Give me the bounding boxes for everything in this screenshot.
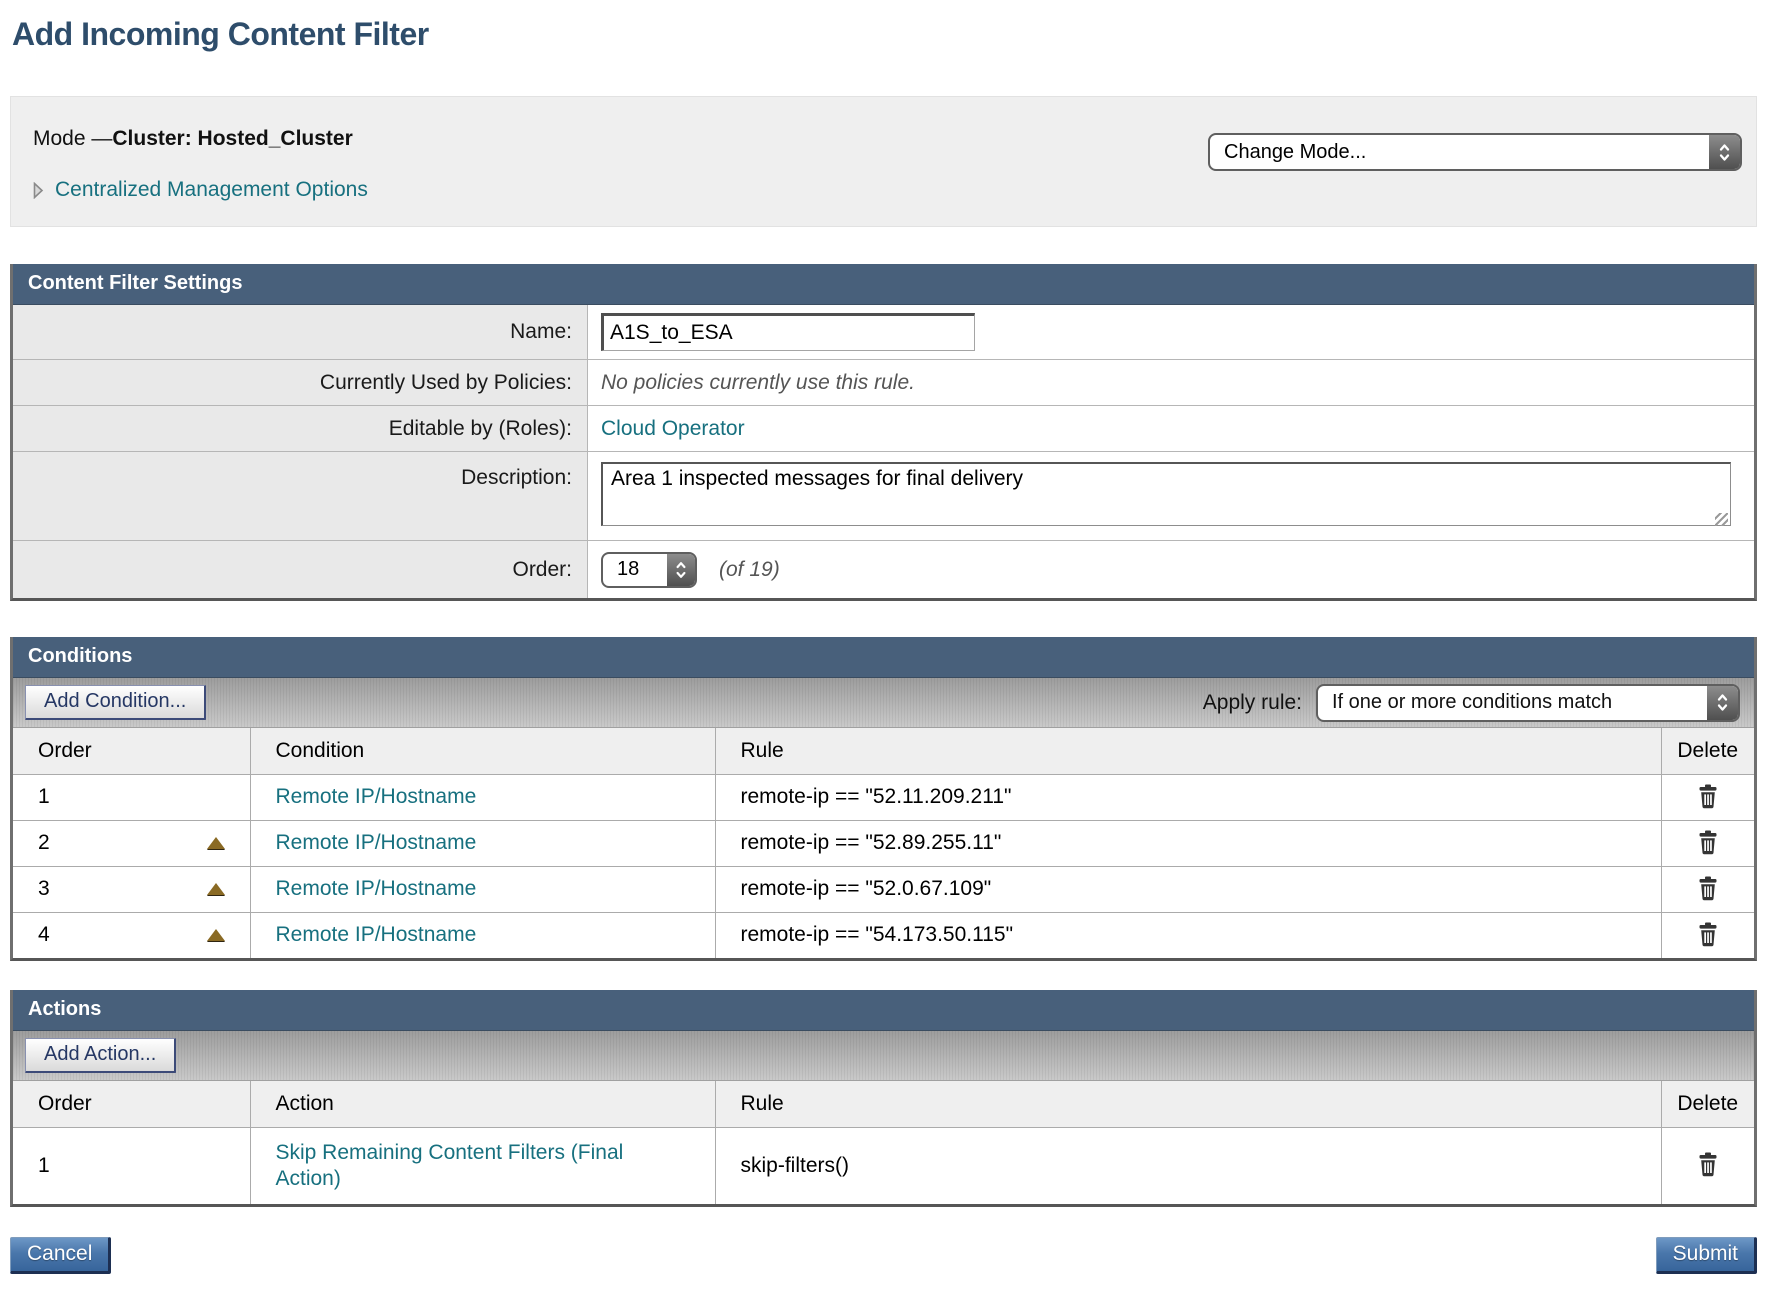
order-select[interactable]: 18 [601,552,697,588]
condition-order: 2 [38,831,50,855]
condition-rule: remote-ip == "52.11.209.211" [715,774,1661,820]
condition-row: 1 Remote IP/Hostname remote-ip == "52.11… [13,774,1754,820]
column-header-condition: Condition [250,728,715,774]
move-up-icon[interactable] [207,883,225,895]
delete-condition-button[interactable] [1693,872,1723,905]
add-action-button[interactable]: Add Action... [25,1038,176,1073]
trash-icon [1697,889,1719,904]
add-condition-button[interactable]: Add Condition... [25,685,206,720]
stepper-icon [1707,686,1738,720]
policies-label: Currently Used by Policies: [13,360,588,405]
conditions-toolbar: Add Condition... Apply rule: If one or m… [13,678,1754,728]
condition-row: 3 Remote IP/Hostname remote-ip == "52.0.… [13,866,1754,912]
actions-toolbar: Add Action... [13,1031,1754,1081]
stepper-icon [667,554,695,586]
page: Add Incoming Content Filter Mode —Cluste… [0,14,1770,1274]
description-input[interactable]: Area 1 inspected messages for final deli… [601,462,1731,526]
settings-row-name: Name: [13,305,1754,360]
order-select-value: 18 [617,558,639,581]
centralized-management-options-link[interactable]: Centralized Management Options [33,178,1732,202]
mode-label: Mode — [33,127,112,150]
delete-condition-button[interactable] [1693,826,1723,859]
settings-row-roles: Editable by (Roles): Cloud Operator [13,406,1754,452]
policies-value: No policies currently use this rule. [601,371,915,395]
conditions-section: Conditions Add Condition... Apply rule: … [10,637,1757,961]
settings-section-header: Content Filter Settings [13,264,1754,305]
description-label: Description: [13,452,588,540]
trash-icon [1697,1165,1719,1180]
cancel-button[interactable]: Cancel [10,1237,111,1274]
apply-rule-label: Apply rule: [1203,691,1302,715]
change-mode-select-value: Change Mode... [1224,141,1366,164]
apply-rule-select-value: If one or more conditions match [1332,691,1612,714]
roles-label: Editable by (Roles): [13,406,588,451]
condition-rule: remote-ip == "52.0.67.109" [715,866,1661,912]
page-title: Add Incoming Content Filter [12,14,1757,54]
change-mode-select[interactable]: Change Mode... [1208,133,1742,171]
condition-link[interactable]: Remote IP/Hostname [276,923,477,946]
apply-rule-select[interactable]: If one or more conditions match [1316,684,1740,722]
mode-panel: Mode —Cluster: Hosted_Cluster Change Mod… [10,96,1757,227]
action-rule: skip-filters() [715,1127,1661,1204]
column-header-order: Order [13,728,250,774]
condition-link[interactable]: Remote IP/Hostname [276,831,477,854]
centralized-management-options-label: Centralized Management Options [55,178,368,202]
condition-row: 2 Remote IP/Hostname remote-ip == "52.89… [13,820,1754,866]
cloud-operator-link[interactable]: Cloud Operator [601,417,745,441]
move-up-icon[interactable] [207,929,225,941]
action-order: 1 [13,1127,250,1204]
delete-condition-button[interactable] [1693,780,1723,813]
condition-link[interactable]: Remote IP/Hostname [276,785,477,808]
move-up-icon[interactable] [207,837,225,849]
column-header-order: Order [13,1081,250,1127]
column-header-rule: Rule [715,1081,1661,1127]
settings-row-description: Description: Area 1 inspected messages f… [13,452,1754,541]
condition-order: 3 [38,877,50,901]
order-of-total: (of 19) [719,558,780,582]
column-header-action: Action [250,1081,715,1127]
settings-row-order: Order: 18 (of 19) [13,541,1754,598]
trash-icon [1697,843,1719,858]
actions-section: Actions Add Action... Order Action Rule … [10,990,1757,1207]
action-link[interactable]: Skip Remaining Content Filters (Final Ac… [276,1132,676,1201]
settings-row-policies: Currently Used by Policies: No policies … [13,360,1754,406]
order-label: Order: [13,541,588,598]
name-input[interactable] [601,313,975,351]
delete-condition-button[interactable] [1693,918,1723,951]
content-filter-settings-section: Content Filter Settings Name: Currently … [10,264,1757,601]
condition-rule: remote-ip == "54.173.50.115" [715,912,1661,958]
column-header-delete: Delete [1661,728,1754,774]
actions-section-header: Actions [13,990,1754,1031]
condition-link[interactable]: Remote IP/Hostname [276,877,477,900]
footer: Cancel Submit [10,1237,1757,1274]
condition-order: 4 [38,923,50,947]
submit-button[interactable]: Submit [1656,1237,1757,1274]
action-row: 1 Skip Remaining Content Filters (Final … [13,1127,1754,1204]
conditions-section-header: Conditions [13,637,1754,678]
condition-order: 1 [38,785,50,809]
right-triangle-icon [33,182,44,199]
delete-action-button[interactable] [1693,1148,1723,1181]
actions-header-row: Order Action Rule Delete [13,1081,1754,1127]
mode-value: Cluster: Hosted_Cluster [112,127,352,150]
trash-icon [1697,797,1719,812]
conditions-table: Order Condition Rule Delete 1 Remote IP/… [13,728,1754,958]
column-header-rule: Rule [715,728,1661,774]
stepper-icon [1709,135,1740,169]
trash-icon [1697,935,1719,950]
actions-table: Order Action Rule Delete 1 Skip Remainin… [13,1081,1754,1204]
column-header-delete: Delete [1661,1081,1754,1127]
condition-row: 4 Remote IP/Hostname remote-ip == "54.17… [13,912,1754,958]
name-label: Name: [13,305,588,359]
conditions-header-row: Order Condition Rule Delete [13,728,1754,774]
condition-rule: remote-ip == "52.89.255.11" [715,820,1661,866]
